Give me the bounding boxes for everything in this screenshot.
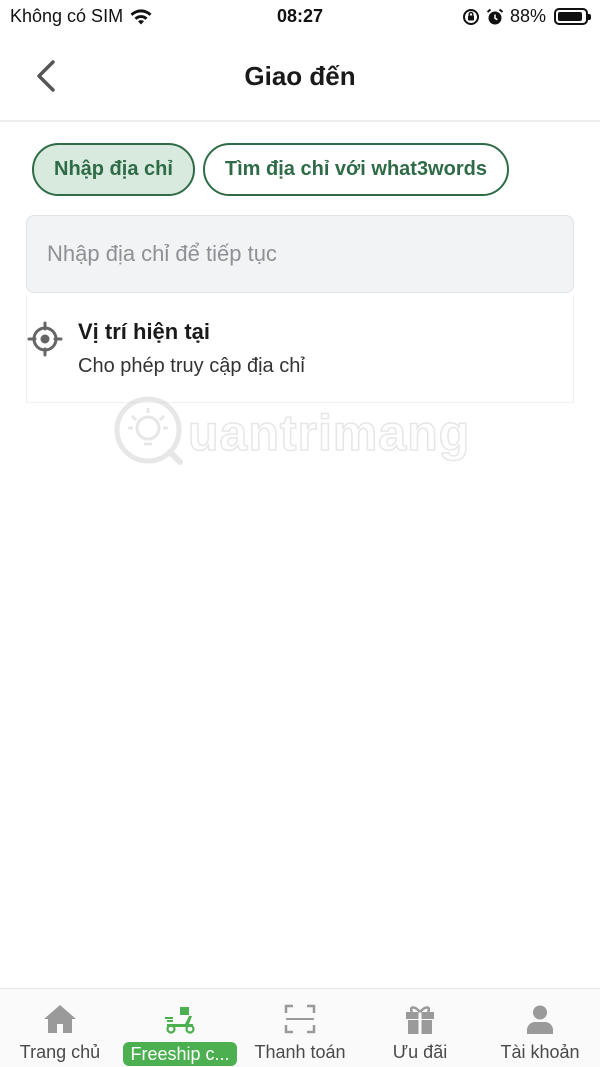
rotation-lock-icon — [462, 8, 479, 25]
nav-label-account: Tài khoản — [500, 1042, 580, 1062]
bottom-nav: Trang chủ Freeship c... Thanh toán Ưu đã… — [0, 988, 600, 1067]
current-location-title: Vị trí hiện tại — [78, 319, 211, 344]
nav-label-offers: Ưu đãi — [392, 1042, 448, 1062]
status-bar: Không có SIM 08:27 88% — [0, 0, 600, 34]
address-mode-tabs: Nhập địa chỉ Tìm địa chỉ với what3words — [32, 143, 509, 196]
watermark: uantrimang — [112, 390, 470, 470]
nav-item-account[interactable]: Tài khoản — [480, 989, 600, 1067]
battery-icon — [554, 8, 591, 25]
watermark-text: uantrimang — [187, 404, 471, 462]
page-title: Giao đến — [244, 61, 356, 91]
nav-item-offers[interactable]: Ưu đãi — [360, 989, 480, 1067]
tab-what3words[interactable]: Tìm địa chỉ với what3words — [202, 143, 509, 196]
home-icon — [44, 1005, 76, 1033]
location-target-icon — [27, 321, 63, 357]
nav-item-freeship[interactable]: Freeship c... — [120, 989, 240, 1067]
user-icon — [527, 1005, 553, 1034]
tab-enter-address[interactable]: Nhập địa chỉ — [32, 143, 195, 196]
alarm-icon — [486, 8, 504, 24]
address-input[interactable] — [26, 215, 574, 293]
nav-label-home: Trang chủ — [19, 1042, 101, 1062]
current-location-subtitle: Cho phép truy cập địa chỉ — [78, 355, 305, 377]
watermark-logo-icon — [114, 396, 183, 465]
scan-icon — [284, 1004, 316, 1034]
current-location-item[interactable]: Vị trí hiện tại Cho phép truy cập địa ch… — [26, 295, 574, 403]
battery-percent: 88% — [509, 6, 546, 26]
nav-label-payment: Thanh toán — [254, 1042, 346, 1062]
delivery-scooter-icon — [165, 1007, 195, 1034]
gift-icon — [406, 1006, 434, 1034]
nav-item-home[interactable]: Trang chủ — [0, 989, 120, 1067]
nav-label-freeship: Freeship c... — [123, 1042, 237, 1066]
header: Giao đến — [0, 34, 600, 122]
nav-item-payment[interactable]: Thanh toán — [240, 989, 360, 1067]
status-right: 88% — [462, 6, 591, 27]
